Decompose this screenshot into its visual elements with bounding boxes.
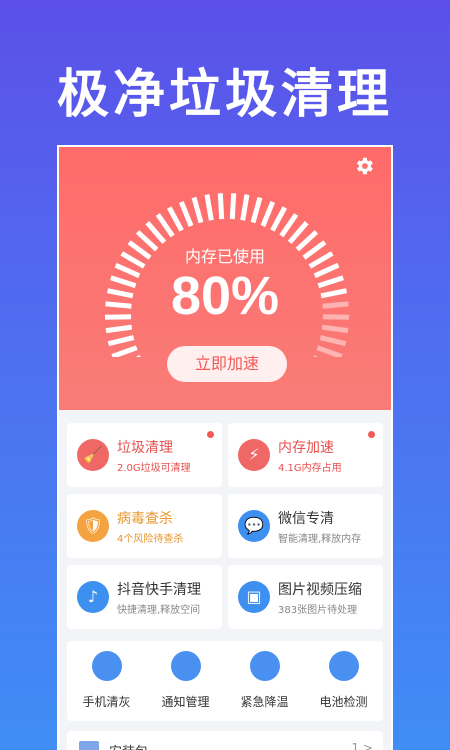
tool-item[interactable]: 通知管理 [146,651,225,710]
gauge-tick [204,194,214,221]
gauge-tick [287,221,309,244]
gauge-tick [111,345,138,357]
package-arrow: 1 > [351,741,373,750]
battery-icon [328,651,359,681]
boost-now-button[interactable]: 立即加速 [167,346,287,382]
gauge-tick [107,335,135,347]
gauge-tick [178,200,194,227]
package-row[interactable]: 安装包 1 > [67,731,383,750]
tool-label: 通知管理 [161,695,210,709]
gauge-tick [105,324,133,334]
speaker-icon [91,651,122,681]
memory-percent: 80% [170,266,280,326]
lightning-icon: ⚡ [238,439,270,471]
feature-card-subtitle: 383张图片待处理 [278,605,358,616]
feature-card[interactable]: ▣ 图片视频压缩 383张图片待处理 [228,565,383,629]
feature-card-title: 病毒查杀 [117,511,173,527]
folder-icon [79,741,99,750]
gauge-tick [319,335,347,347]
gauge-tick [145,221,167,244]
gauge-tick [167,206,184,232]
feature-card-title: 微信专清 [278,511,334,527]
notification-dot [368,431,375,438]
shield-icon: 🛡 [77,510,109,542]
gauge-tick [321,324,349,334]
app-screen: 内存已使用 80% 立即加速 🧹 垃圾清理 2.0G垃圾可清理 ⚡ 内存加速 4.1G内存… [57,145,393,750]
broom-icon: 🧹 [77,439,109,471]
gauge-tick [229,193,237,220]
gauge-tick [260,200,276,227]
feature-card[interactable]: 🛡 病毒查杀 4个风险待查杀 [67,494,222,558]
feature-card-title: 抖音快手清理 [117,582,201,598]
memory-label: 内存已使用 [184,247,265,266]
gauge-tick [279,213,299,238]
image-icon: ▣ [238,581,270,613]
tool-label: 手机清灰 [82,695,131,709]
notification-dot [207,431,214,438]
package-label: 安装包 [109,741,148,750]
gauge-tick [270,206,287,232]
banner-title: 极净垃圾清理 [56,65,393,125]
feature-card[interactable]: ⚡ 内存加速 4.1G内存占用 [228,423,383,487]
feature-card-subtitle: 4个风险待查杀 [117,534,184,545]
feature-card-title: 图片视频压缩 [278,582,362,598]
gauge-tick [155,213,175,238]
settings-gear-icon[interactable] [353,155,375,177]
notification-icon [170,651,201,681]
gauge-tick [191,196,204,224]
tool-item[interactable]: 手机清灰 [67,651,146,710]
feature-card-title: 垃圾清理 [117,440,173,456]
feature-card-subtitle: 4.1G内存占用 [278,463,342,474]
feature-card[interactable]: ♪ 抖音快手清理快捷清理,释放空间 [67,565,222,629]
feature-card[interactable]: 💬 微信专清智能清理,释放内存 [228,494,383,558]
feature-card-subtitle: 智能清理,释放内存 [278,534,362,545]
tool-item[interactable]: 电池检测 [304,651,383,710]
tools-row: 手机清灰 通知管理 紧急降温 电池检测 [67,641,383,721]
tool-label: 电池检测 [319,695,368,709]
feature-card[interactable]: 🧹 垃圾清理 2.0G垃圾可清理 [67,423,222,487]
tool-item[interactable]: 紧急降温 [225,651,304,710]
fan-icon [249,651,280,681]
gauge-tick [250,196,263,224]
douyin-icon: ♪ [77,581,109,613]
gauge-tick [240,194,250,221]
feature-card-subtitle: 快捷清理,释放空间 [117,605,201,616]
wechat-icon: 💬 [238,510,270,542]
feature-card-title: 内存加速 [278,440,334,456]
gauge-tick [316,345,343,357]
tool-label: 紧急降温 [240,695,289,709]
memory-panel: 内存已使用 80% 立即加速 [59,147,391,410]
feature-card-subtitle: 2.0G垃圾可清理 [117,463,191,474]
gauge-tick [217,193,225,220]
